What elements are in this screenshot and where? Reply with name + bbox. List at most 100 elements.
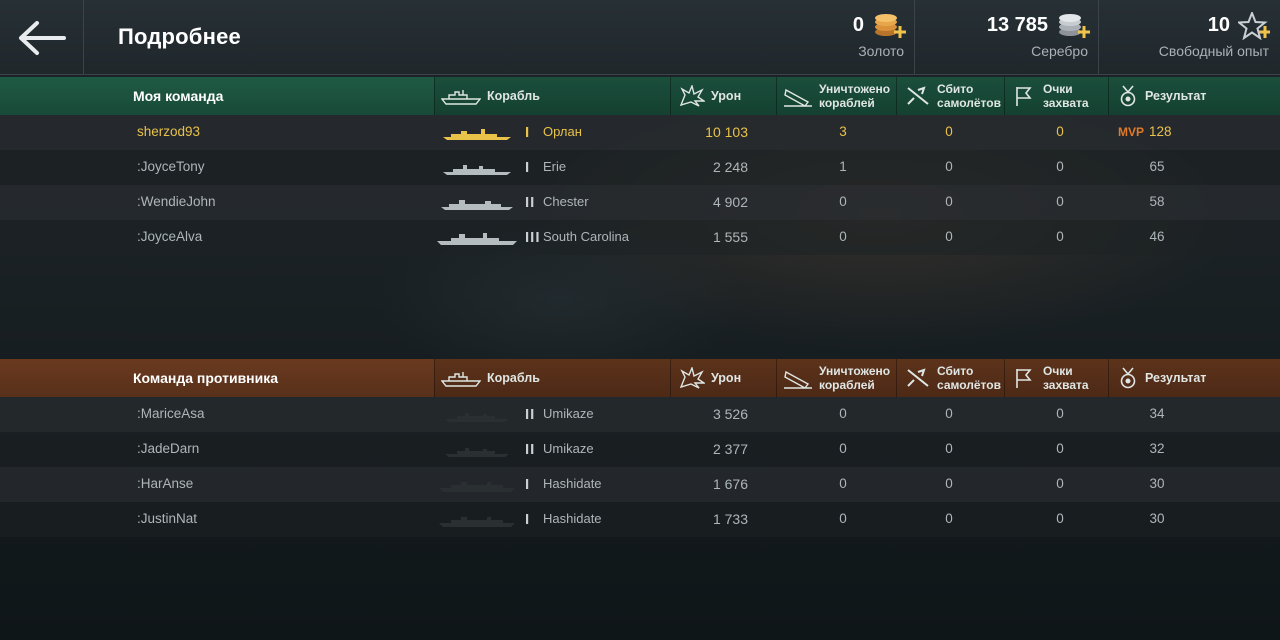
column-damage[interactable]: Урон bbox=[670, 359, 776, 397]
damage-value: 4 902 bbox=[712, 194, 748, 210]
ship-tier: I bbox=[525, 476, 531, 493]
ship-name: Umikaze bbox=[543, 441, 594, 456]
ship-tier: I bbox=[525, 159, 531, 176]
damage-value: 2 377 bbox=[712, 441, 748, 457]
planes-value: 0 bbox=[945, 124, 953, 139]
planes-value: 0 bbox=[945, 511, 953, 526]
column-destroyed[interactable]: Уничтожено кораблей bbox=[776, 77, 896, 115]
explosion-icon bbox=[679, 85, 705, 107]
column-destroyed-label: Уничтожено кораблей bbox=[819, 82, 890, 110]
column-destroyed-label-line2: кораблей bbox=[819, 378, 875, 392]
column-ship[interactable]: Корабль bbox=[434, 359, 670, 397]
table-row[interactable]: sherzod93 I Орлан 10 103 3 0 0 MVP 128 bbox=[0, 115, 1280, 150]
back-button[interactable] bbox=[0, 0, 84, 75]
capture-value: 0 bbox=[1056, 406, 1064, 421]
column-planes-label: Сбито самолётов bbox=[937, 364, 1001, 392]
result-value: 32 bbox=[1149, 441, 1165, 456]
column-planes[interactable]: Сбито самолётов bbox=[896, 77, 1004, 115]
my-team-title: Моя команда bbox=[133, 88, 224, 104]
back-arrow-icon bbox=[18, 20, 66, 55]
player-name: :WendieJohn bbox=[137, 194, 216, 209]
gold-amount: 0 bbox=[852, 14, 864, 36]
column-capture-label-line2: захвата bbox=[1043, 96, 1089, 110]
capture-value: 0 bbox=[1056, 229, 1064, 244]
result-value: MVP 128 bbox=[1118, 124, 1198, 139]
result-value: 65 bbox=[1149, 159, 1165, 174]
ship-tier: III bbox=[525, 229, 541, 246]
column-damage[interactable]: Урон bbox=[670, 77, 776, 115]
column-result[interactable]: Результат bbox=[1108, 77, 1280, 115]
ship-name: Hashidate bbox=[543, 511, 602, 526]
column-capture[interactable]: Очки захвата bbox=[1004, 359, 1108, 397]
table-row[interactable]: :JoyceAlva III South Carolina 1 555 0 0 … bbox=[0, 220, 1280, 255]
table-row[interactable]: :JadeDarn II Umikaze 2 377 0 0 0 32 bbox=[0, 432, 1280, 467]
silver-label: Серебро bbox=[1031, 43, 1088, 59]
column-capture-label: Очки захвата bbox=[1043, 82, 1089, 110]
planes-value: 0 bbox=[945, 229, 953, 244]
ship-tier: II bbox=[525, 406, 536, 423]
column-result-label: Результат bbox=[1145, 371, 1207, 385]
column-capture[interactable]: Очки захвата bbox=[1004, 77, 1108, 115]
column-result[interactable]: Результат bbox=[1108, 359, 1280, 397]
ship-name: Umikaze bbox=[543, 406, 594, 421]
star-icon bbox=[1238, 12, 1270, 40]
table-row[interactable]: :MariceAsa II Umikaze 3 526 0 0 0 34 bbox=[0, 397, 1280, 432]
player-name: :HarAnse bbox=[137, 476, 194, 491]
free-xp-currency[interactable]: 10 Свободный опыт bbox=[1098, 0, 1280, 75]
result-value: 30 bbox=[1149, 476, 1165, 491]
ship-tier: I bbox=[525, 124, 531, 141]
player-name: :JoyceTony bbox=[137, 159, 205, 174]
planes-value: 0 bbox=[945, 194, 953, 209]
table-row[interactable]: :WendieJohn II Chester 4 902 0 0 0 58 bbox=[0, 185, 1280, 220]
column-ship-label: Корабль bbox=[487, 371, 540, 385]
column-capture-label: Очки захвата bbox=[1043, 364, 1089, 392]
table-row[interactable]: :JoyceTony I Erie 2 248 1 0 0 65 bbox=[0, 150, 1280, 185]
ship-icon bbox=[441, 90, 481, 105]
flag-icon bbox=[1016, 369, 1032, 388]
result-value: 46 bbox=[1149, 229, 1165, 244]
destroyed-value: 0 bbox=[839, 511, 847, 526]
my-team-header: Моя команда Корабль Урон Уничтожено кораб… bbox=[0, 77, 1280, 115]
capture-value: 0 bbox=[1056, 476, 1064, 491]
ship-silhouette-icon bbox=[441, 200, 513, 210]
player-name: :MariceAsa bbox=[137, 406, 205, 421]
column-planes-label-line1: Сбито bbox=[937, 82, 974, 96]
ship-name: Erie bbox=[543, 159, 567, 174]
ship-silhouette-icon bbox=[445, 448, 509, 457]
column-destroyed[interactable]: Уничтожено кораблей bbox=[776, 359, 896, 397]
my-team-table: Моя команда Корабль Урон Уничтожено кораб… bbox=[0, 77, 1280, 255]
planes-value: 0 bbox=[945, 476, 953, 491]
column-result-label: Результат bbox=[1145, 89, 1207, 103]
table-row[interactable]: :JustinNat I Hashidate 1 733 0 0 0 30 bbox=[0, 502, 1280, 537]
damage-value: 1 676 bbox=[712, 476, 748, 492]
ship-tier: II bbox=[525, 441, 536, 458]
medal-icon bbox=[1120, 85, 1136, 107]
enemy-team-header: Команда противника Корабль Урон Уничтоже… bbox=[0, 359, 1280, 397]
planes-value: 0 bbox=[945, 406, 953, 421]
gold-currency[interactable]: 0 Золото bbox=[810, 0, 914, 75]
enemy-team-title: Команда противника bbox=[133, 370, 279, 386]
column-destroyed-label-line1: Уничтожено bbox=[819, 364, 891, 378]
column-destroyed-label-line1: Уничтожено bbox=[819, 82, 891, 96]
column-ship[interactable]: Корабль bbox=[434, 77, 670, 115]
result-value: 34 bbox=[1149, 406, 1165, 421]
ship-silhouette-icon bbox=[443, 165, 511, 175]
column-destroyed-label: Уничтожено кораблей bbox=[819, 364, 890, 392]
player-name: :JoyceAlva bbox=[137, 229, 203, 244]
plane-shot-icon bbox=[907, 368, 929, 387]
player-name: :JustinNat bbox=[137, 511, 198, 526]
table-row[interactable]: :HarAnse I Hashidate 1 676 0 0 0 30 bbox=[0, 467, 1280, 502]
destroyed-value: 3 bbox=[839, 124, 847, 139]
damage-value: 1 555 bbox=[712, 229, 748, 245]
player-name: :JadeDarn bbox=[137, 441, 200, 456]
top-bar: Подробнее 0 Золото 13 785 Серебро 10 Сво… bbox=[0, 0, 1280, 75]
silver-currency[interactable]: 13 785 Серебро bbox=[914, 0, 1098, 75]
medal-icon bbox=[1120, 367, 1136, 389]
destroyed-value: 0 bbox=[839, 194, 847, 209]
column-planes[interactable]: Сбито самолётов bbox=[896, 359, 1004, 397]
plane-shot-icon bbox=[907, 86, 929, 105]
column-capture-label-line1: Очки bbox=[1043, 82, 1073, 96]
result-score: 128 bbox=[1149, 124, 1172, 139]
ship-name: Hashidate bbox=[543, 476, 602, 491]
column-destroyed-label-line2: кораблей bbox=[819, 96, 875, 110]
